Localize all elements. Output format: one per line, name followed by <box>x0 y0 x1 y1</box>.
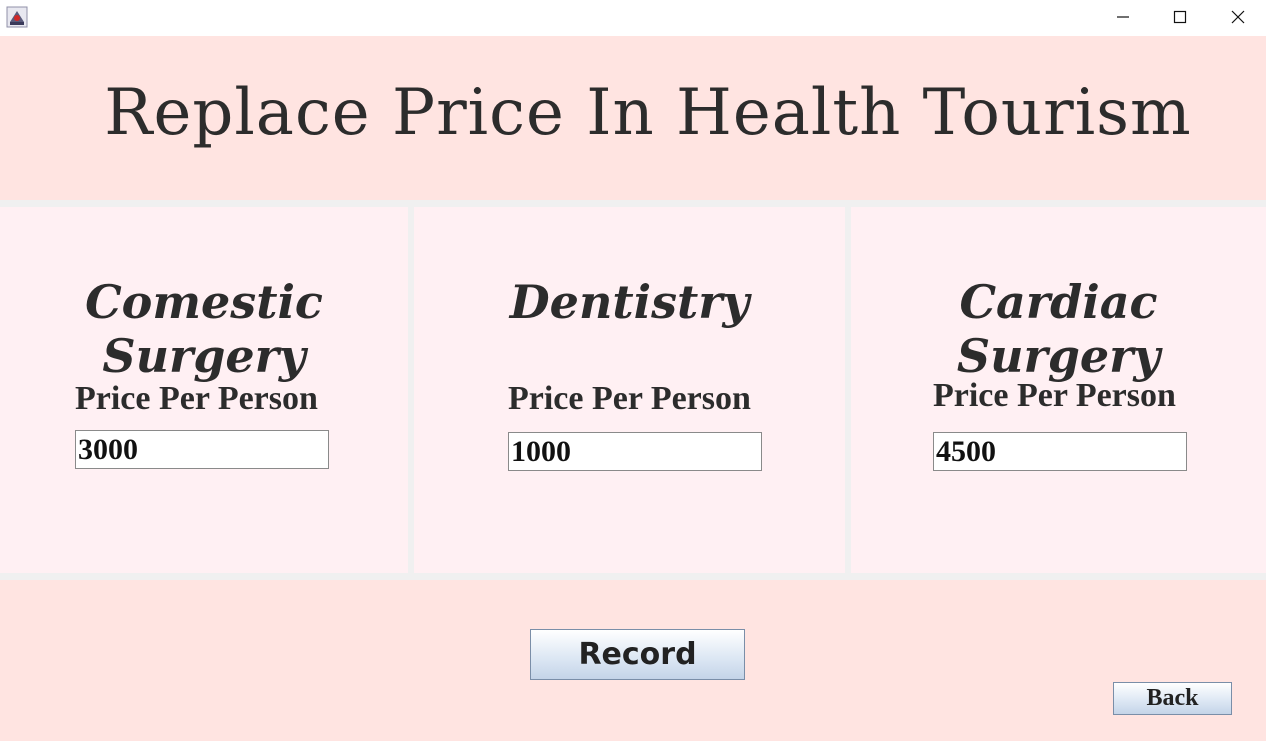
price-label: Price Per Person <box>75 380 318 417</box>
minimize-icon <box>1116 10 1130 24</box>
price-label: Price Per Person <box>933 377 1176 414</box>
close-button[interactable] <box>1209 0 1266 34</box>
cardiac-surgery-price-input[interactable] <box>933 432 1187 471</box>
java-cup-icon <box>6 6 28 28</box>
panel-title: Comestic Surgery <box>85 275 323 383</box>
close-icon <box>1231 10 1245 24</box>
minimize-button[interactable] <box>1094 0 1152 34</box>
maximize-icon <box>1173 10 1187 24</box>
record-button[interactable]: Record <box>530 629 745 680</box>
back-button[interactable]: Back <box>1113 682 1232 715</box>
price-label: Price Per Person <box>508 380 751 417</box>
window-titlebar <box>0 0 1266 36</box>
dentistry-price-input[interactable] <box>508 432 762 471</box>
panel-title: Cardiac Surgery <box>956 275 1161 383</box>
panel-title: Dentistry <box>509 275 750 329</box>
cosmetic-surgery-price-input[interactable] <box>75 430 329 469</box>
page-title: Replace Price In Health Tourism <box>104 76 1192 150</box>
maximize-button[interactable] <box>1151 0 1209 34</box>
